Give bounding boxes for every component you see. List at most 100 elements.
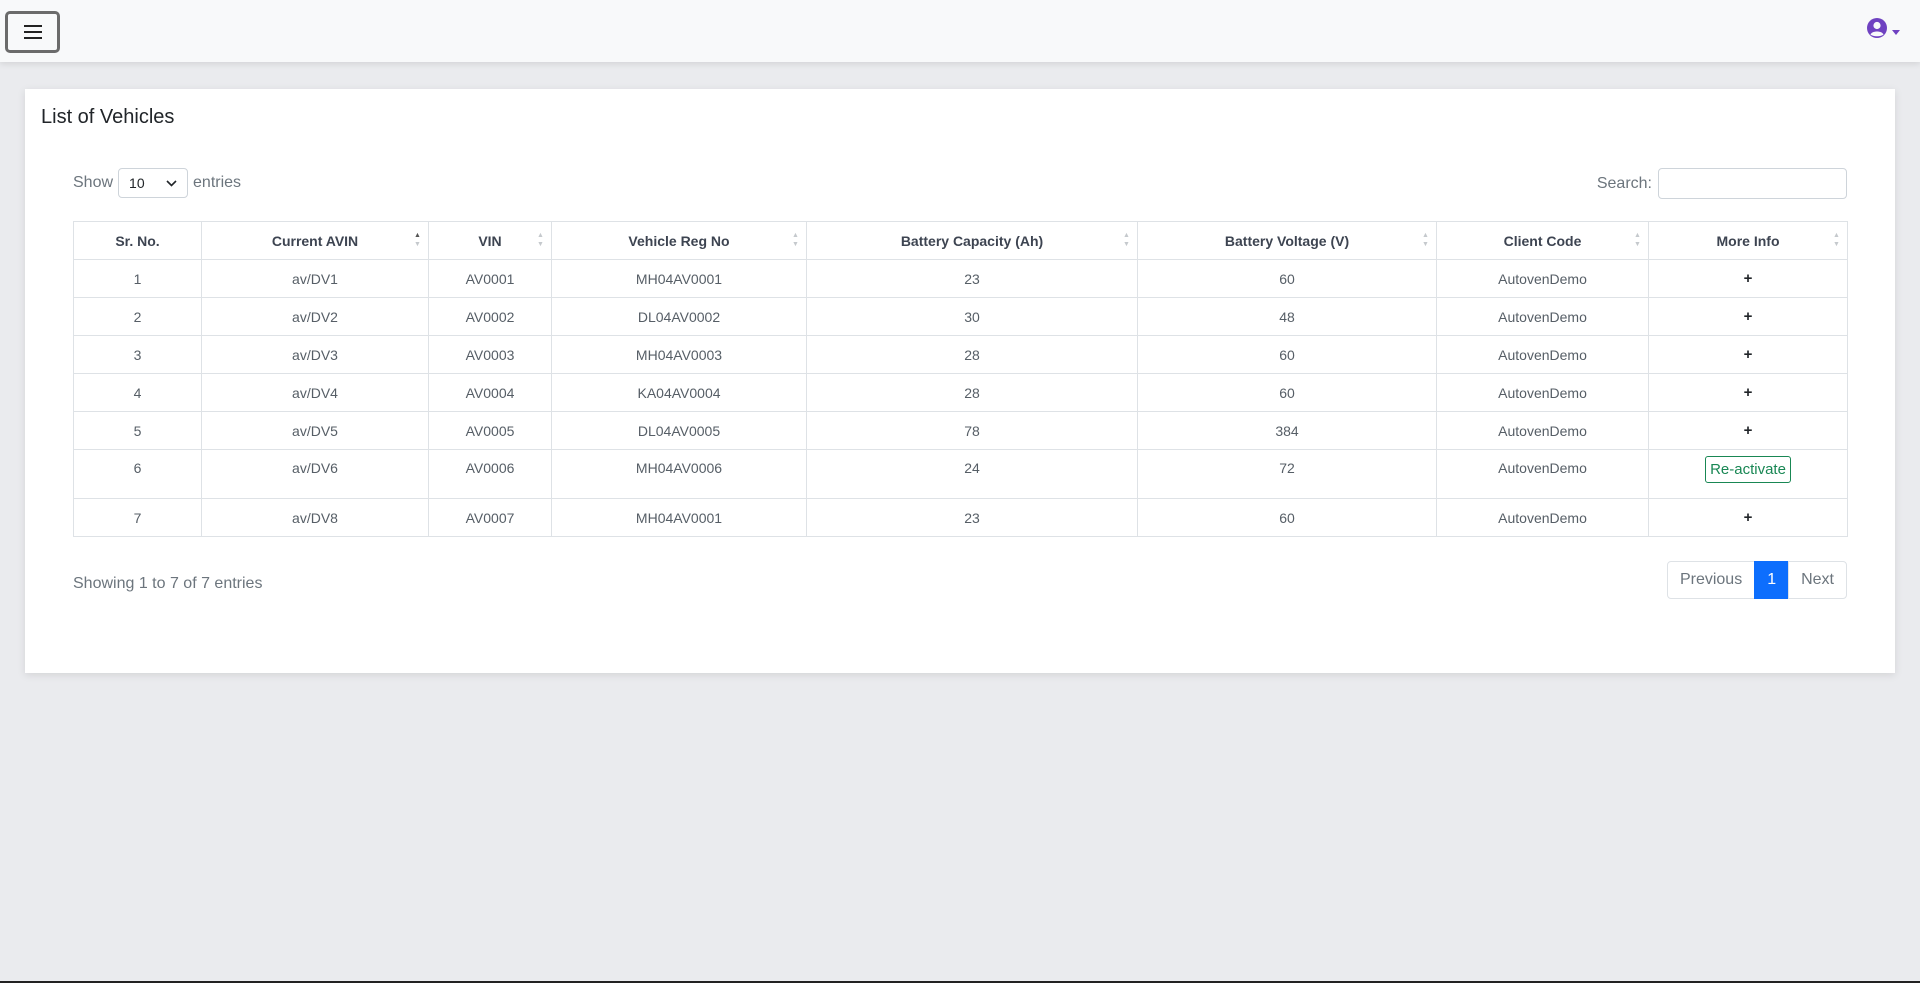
cell-battery-capacity: 28: [806, 373, 1138, 412]
cell-sr-no: 1: [73, 259, 202, 298]
column-header-label: Vehicle Reg No: [628, 232, 730, 249]
page-1-button[interactable]: 1: [1754, 561, 1790, 599]
column-header-client-code[interactable]: Client Code ▲ ▼: [1436, 221, 1649, 260]
next-page-button[interactable]: Next: [1788, 561, 1847, 599]
sort-arrows-icon: ▲ ▼: [1634, 232, 1641, 248]
column-header-label: Battery Capacity (Ah): [900, 232, 1044, 249]
table-row: 2 av/DV2 AV0002 DL04AV0002 30 48 Autoven…: [73, 297, 1848, 336]
reactivate-button[interactable]: Re-activate: [1705, 456, 1791, 483]
column-header-label: Client Code: [1503, 232, 1582, 249]
column-header-vin[interactable]: VIN ▲ ▼: [428, 221, 552, 260]
column-header-sr-no[interactable]: Sr. No.: [73, 221, 202, 260]
column-header-vehicle-reg-no[interactable]: Vehicle Reg No ▲ ▼: [551, 221, 807, 260]
cell-battery-voltage: 384: [1137, 411, 1437, 450]
table-row: 7 av/DV8 AV0007 MH04AV0001 23 60 Autoven…: [73, 498, 1848, 537]
cell-client-code: AutovenDemo: [1436, 373, 1649, 412]
cell-vin: AV0003: [428, 335, 552, 374]
previous-page-button[interactable]: Previous: [1666, 561, 1756, 599]
column-header-label: Current AVIN: [271, 232, 359, 249]
cell-vin: AV0005: [428, 411, 552, 450]
expand-plus-button[interactable]: +: [1744, 509, 1753, 526]
user-circle-icon: [1867, 18, 1887, 38]
cell-more-info: +: [1648, 259, 1848, 298]
top-navbar: [0, 0, 1920, 62]
search-input[interactable]: [1658, 168, 1847, 199]
expand-plus-button[interactable]: +: [1744, 384, 1753, 401]
cell-battery-voltage: 72: [1137, 449, 1437, 499]
cell-battery-capacity: 30: [806, 297, 1138, 336]
page-title: List of Vehicles: [41, 106, 175, 128]
sort-arrows-icon: ▲ ▼: [1422, 232, 1429, 248]
cell-more-info: +: [1648, 297, 1848, 336]
user-menu-dropdown[interactable]: [1866, 17, 1900, 39]
cell-sr-no: 4: [73, 373, 202, 412]
cell-sr-no: 3: [73, 335, 202, 374]
column-header-label: VIN: [478, 232, 502, 249]
column-header-battery-voltage[interactable]: Battery Voltage (V) ▲ ▼: [1137, 221, 1437, 260]
cell-vin: AV0001: [428, 259, 552, 298]
cell-client-code: AutovenDemo: [1436, 335, 1649, 374]
table-row: 1 av/DV1 AV0001 MH04AV0001 23 60 Autoven…: [73, 259, 1848, 298]
cell-battery-voltage: 60: [1137, 335, 1437, 374]
cell-vehicle-reg-no: KA04AV0004: [551, 373, 807, 412]
column-header-more-info[interactable]: More Info ▲ ▼: [1648, 221, 1848, 260]
cell-sr-no: 5: [73, 411, 202, 450]
expand-plus-button[interactable]: +: [1744, 270, 1753, 287]
column-header-label: More Info: [1716, 232, 1780, 249]
expand-plus-button[interactable]: +: [1744, 422, 1753, 439]
cell-client-code: AutovenDemo: [1436, 259, 1649, 298]
cell-vehicle-reg-no: DL04AV0002: [551, 297, 807, 336]
cell-more-info: Re-activate: [1648, 449, 1848, 499]
vehicle-list-card: List of Vehicles Show 10 entries Search:: [25, 89, 1895, 673]
cell-vin: AV0007: [428, 498, 552, 537]
expand-plus-button[interactable]: +: [1744, 308, 1753, 325]
cell-battery-voltage: 60: [1137, 373, 1437, 412]
sort-arrows-icon: ▲ ▼: [1123, 232, 1130, 248]
pagination: Previous 1 Next: [1666, 561, 1847, 599]
cell-current-avin: av/DV2: [201, 297, 429, 336]
cell-current-avin: av/DV8: [201, 498, 429, 537]
cell-battery-voltage: 60: [1137, 498, 1437, 537]
cell-more-info: +: [1648, 373, 1848, 412]
column-header-current-avin[interactable]: Current AVIN ▲ ▼: [201, 221, 429, 260]
sort-arrows-icon: ▲ ▼: [537, 232, 544, 248]
show-label: Show: [73, 174, 114, 191]
cell-battery-capacity: 23: [806, 498, 1138, 537]
entries-select[interactable]: 10: [118, 168, 189, 198]
entries-select-value: 10: [129, 175, 145, 191]
cell-sr-no: 6: [73, 449, 202, 499]
cell-client-code: AutovenDemo: [1436, 498, 1649, 537]
cell-battery-voltage: 48: [1137, 297, 1437, 336]
menu-toggle-button[interactable]: [5, 11, 60, 53]
cell-client-code: AutovenDemo: [1436, 411, 1649, 450]
cell-vehicle-reg-no: MH04AV0001: [551, 259, 807, 298]
table-row: 6 av/DV6 AV0006 MH04AV0006 24 72 Autoven…: [73, 449, 1848, 499]
cell-current-avin: av/DV6: [201, 449, 429, 499]
search-control: Search:: [1597, 168, 1847, 199]
cell-battery-capacity: 23: [806, 259, 1138, 298]
table-header-row: Sr. No. Current AVIN ▲ ▼ VIN ▲ ▼ Vehicle R…: [73, 221, 1848, 260]
cell-client-code: AutovenDemo: [1436, 297, 1649, 336]
cell-more-info: +: [1648, 335, 1848, 374]
cell-vin: AV0006: [428, 449, 552, 499]
cell-more-info: +: [1648, 498, 1848, 537]
sort-arrows-icon: ▲ ▼: [414, 232, 421, 248]
sort-arrows-icon: ▲ ▼: [1833, 232, 1840, 248]
cell-battery-voltage: 60: [1137, 259, 1437, 298]
cell-vehicle-reg-no: DL04AV0005: [551, 411, 807, 450]
sort-arrows-icon: ▲ ▼: [792, 232, 799, 248]
cell-vehicle-reg-no: MH04AV0001: [551, 498, 807, 537]
cell-sr-no: 7: [73, 498, 202, 537]
expand-plus-button[interactable]: +: [1744, 346, 1753, 363]
column-header-battery-capacity[interactable]: Battery Capacity (Ah) ▲ ▼: [806, 221, 1138, 260]
chevron-down-icon: [166, 179, 177, 187]
cell-current-avin: av/DV3: [201, 335, 429, 374]
cell-vin: AV0002: [428, 297, 552, 336]
column-header-label: Battery Voltage (V): [1224, 232, 1350, 249]
cell-more-info: +: [1648, 411, 1848, 450]
table-row: 3 av/DV3 AV0003 MH04AV0003 28 60 Autoven…: [73, 335, 1848, 374]
cell-vin: AV0004: [428, 373, 552, 412]
hamburger-icon: [23, 25, 42, 39]
cell-battery-capacity: 28: [806, 335, 1138, 374]
caret-down-icon: [1892, 29, 1900, 35]
